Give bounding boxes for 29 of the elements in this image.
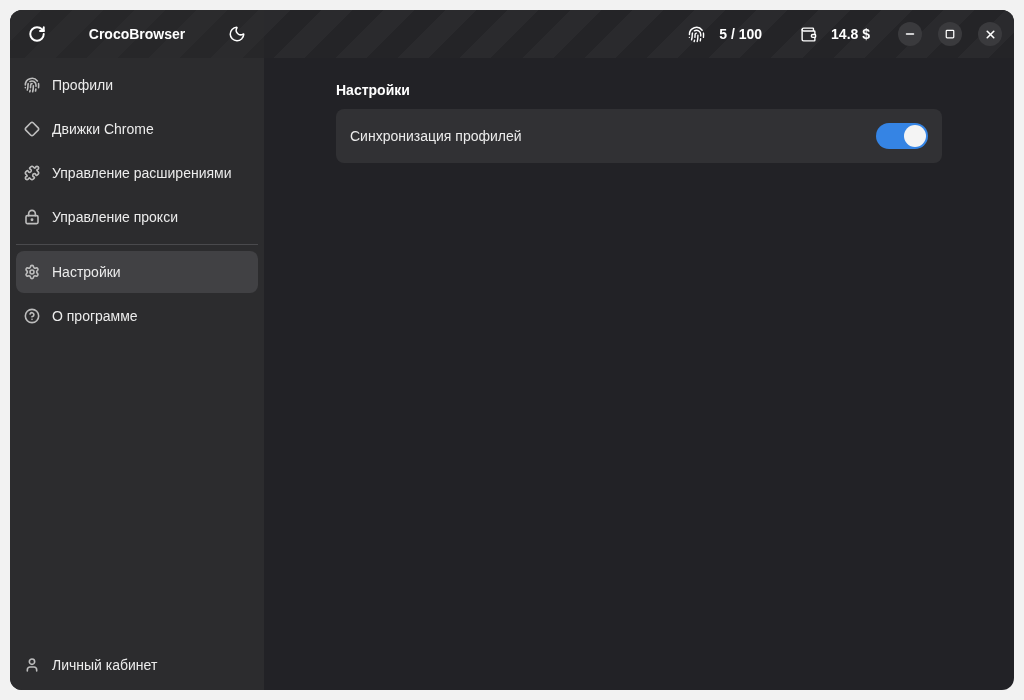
settings-icon xyxy=(24,264,40,280)
maximize-button[interactable] xyxy=(938,22,962,46)
minimize-button[interactable] xyxy=(898,22,922,46)
nav-item[interactable]: Профили xyxy=(16,64,258,106)
app-title: CrocoBrowser xyxy=(88,24,186,44)
nav-item[interactable]: Управление прокси xyxy=(16,196,258,238)
balance: 14.8 $ xyxy=(831,24,870,44)
lock-icon xyxy=(24,209,40,225)
nav-item[interactable]: Движки Chrome xyxy=(16,108,258,150)
nav-item[interactable]: О программе xyxy=(16,295,258,337)
setting-label: Синхронизация профилей xyxy=(350,126,522,146)
fingerprint-icon xyxy=(24,77,40,93)
moon-icon xyxy=(228,25,246,43)
nav-item[interactable]: Управление расширениями xyxy=(16,152,258,194)
nav-item[interactable]: Личный кабинет xyxy=(16,644,258,686)
diamond-icon xyxy=(24,121,40,137)
close-button[interactable] xyxy=(978,22,1002,46)
section-title: Настройки xyxy=(336,81,411,100)
wallet-icon xyxy=(800,25,818,43)
refresh-icon xyxy=(28,25,46,43)
profiles-count: 5 / 100 xyxy=(719,24,763,44)
close-icon xyxy=(983,27,997,41)
user-icon xyxy=(24,657,40,673)
square-icon xyxy=(945,29,955,39)
help-icon xyxy=(24,308,40,324)
nav-item[interactable]: Настройки xyxy=(16,251,258,293)
puzzle-icon xyxy=(24,165,40,181)
toggle-switch[interactable] xyxy=(876,123,928,149)
fingerprint-icon xyxy=(688,25,706,43)
